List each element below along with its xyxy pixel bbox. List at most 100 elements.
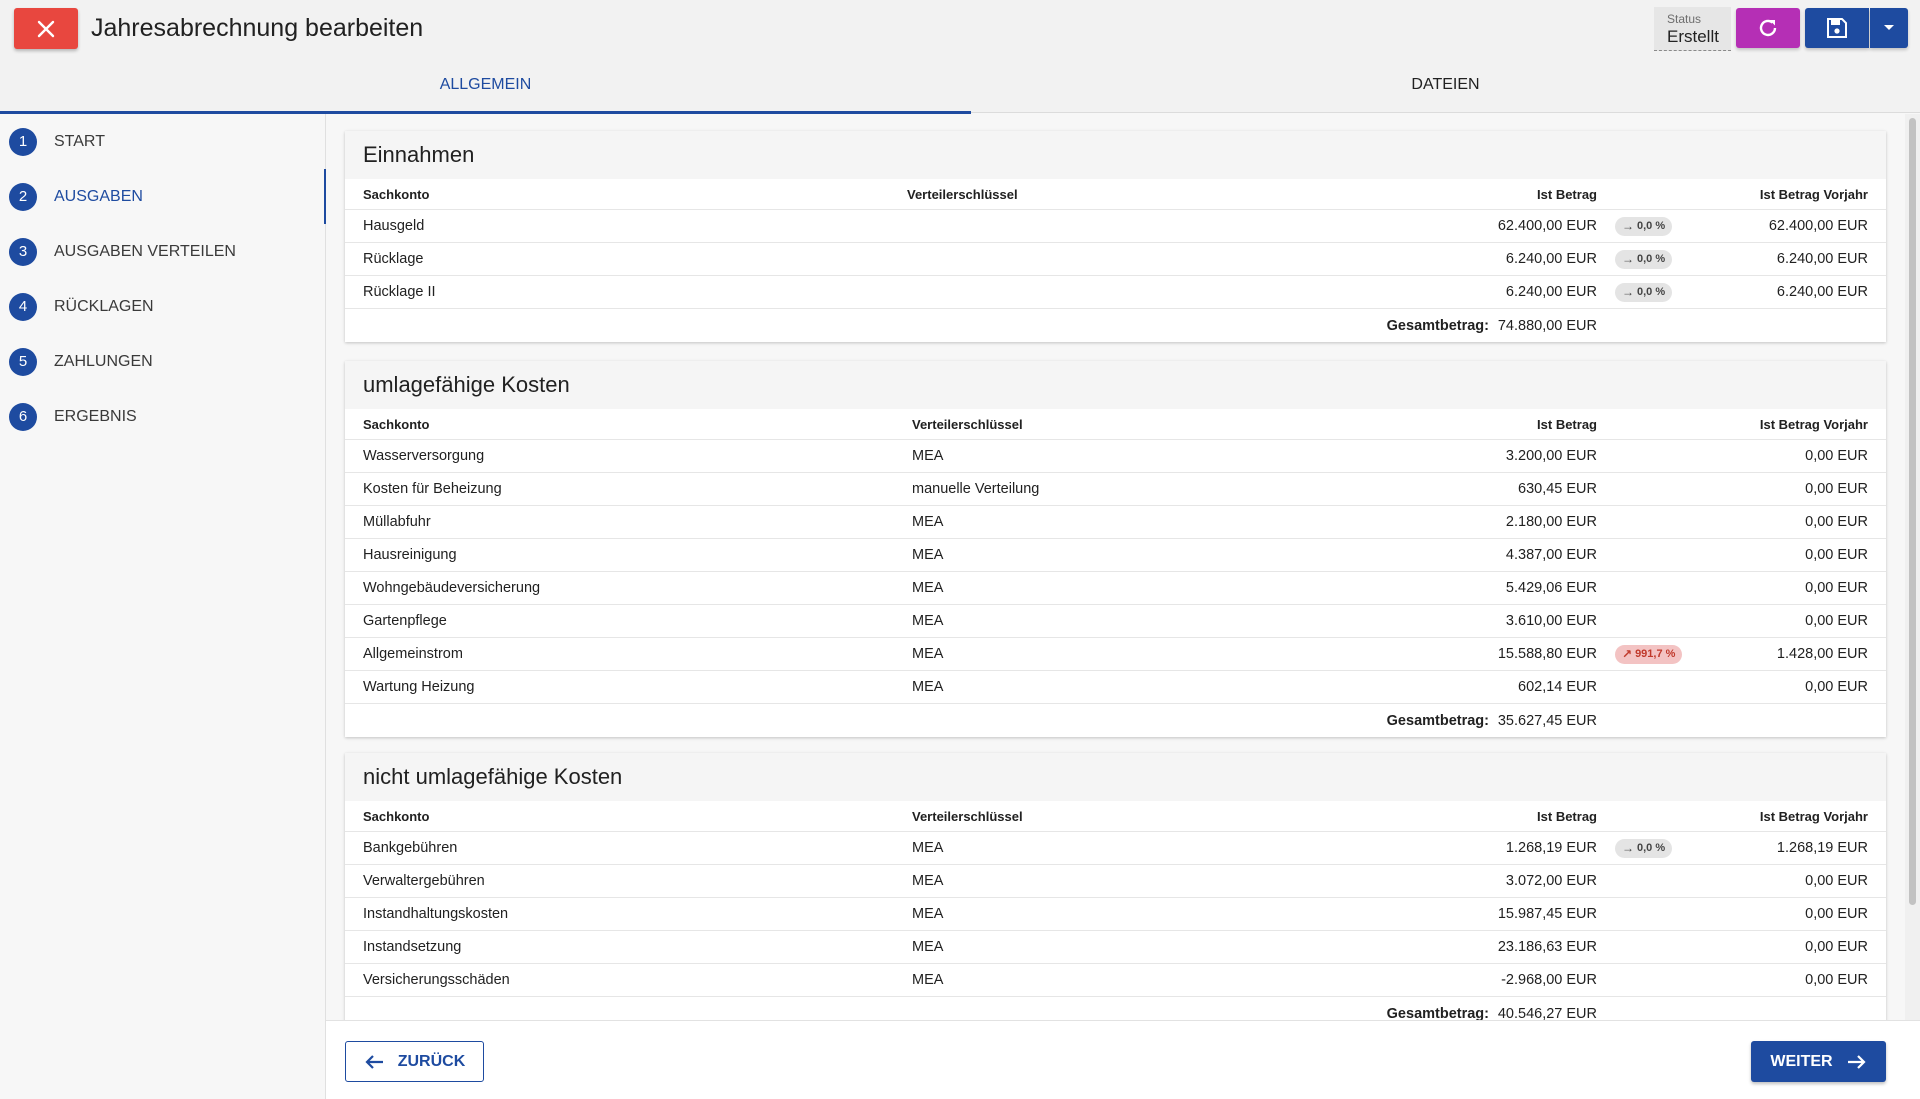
cell-ist-betrag-vorjahr: 62.400,00 EUR [1768, 218, 1868, 234]
table-row[interactable]: Rücklage II 6.240,00 EUR → 0,0 % 6.240,00… [345, 276, 1886, 309]
cell-sachkonto: Rücklage [363, 251, 424, 267]
step-ausgaben-verteilen[interactable]: 3 AUSGABEN VERTEILEN [0, 224, 326, 279]
table-row[interactable]: Verwaltergebühren MEA 3.072,00 EUR 0,00 … [345, 865, 1886, 898]
step-zahlungen[interactable]: 5 ZAHLUNGEN [0, 334, 326, 389]
step-ausgaben[interactable]: 2 AUSGABEN [0, 169, 327, 224]
column-header-sachkonto: Sachkonto [363, 186, 430, 202]
cell-ist-betrag-vorjahr: 0,00 EUR [1805, 939, 1868, 955]
cell-ist-betrag: 1.268,19 EUR [1505, 840, 1597, 856]
cell-verteilerschluessel: MEA [912, 514, 944, 530]
table-row[interactable]: Bankgebühren MEA 1.268,19 EUR → 0,0 % 1.2… [345, 832, 1886, 865]
step-label: AUSGABEN [54, 187, 143, 205]
main-content[interactable]: Einnahmen Sachkonto Verteilerschlüssel I… [326, 114, 1920, 1020]
cell-sachkonto: Müllabfuhr [363, 514, 431, 530]
cell-ist-betrag: 15.588,80 EUR [1497, 646, 1597, 662]
arrow-right-icon: → [1622, 219, 1634, 233]
cell-ist-betrag-vorjahr: 0,00 EUR [1805, 873, 1868, 889]
tab-dateien[interactable]: DATEIEN [971, 56, 1920, 113]
cell-ist-betrag: 2.180,00 EUR [1505, 514, 1597, 530]
table-row[interactable]: Hausgeld 62.400,00 EUR → 0,0 % 62.400,00 … [345, 210, 1886, 243]
section-title: Einnahmen [345, 131, 1886, 179]
section-title: nicht umlagefähige Kosten [345, 753, 1886, 801]
cell-ist-betrag: 15.987,45 EUR [1497, 906, 1597, 922]
section-title: umlagefähige Kosten [345, 361, 1886, 409]
save-icon [1827, 18, 1847, 38]
table-row[interactable]: Kosten für Beheizung manuelle Verteilung… [345, 473, 1886, 506]
table-row[interactable]: Versicherungsschäden MEA -2.968,00 EUR 0… [345, 964, 1886, 997]
column-header-sachkonto: Sachkonto [363, 808, 430, 824]
table-row[interactable]: Wasserversorgung MEA 3.200,00 EUR 0,00 E… [345, 440, 1886, 473]
cell-sachkonto: Kosten für Beheizung [363, 481, 502, 497]
table-header: Sachkonto Verteilerschlüssel Ist Betrag … [345, 801, 1886, 832]
close-button[interactable] [14, 8, 78, 49]
close-icon [37, 20, 55, 37]
cell-ist-betrag-vorjahr: 1.428,00 EUR [1776, 646, 1868, 662]
section-einnahmen: Einnahmen Sachkonto Verteilerschlüssel I… [345, 131, 1886, 342]
table-row[interactable]: Müllabfuhr MEA 2.180,00 EUR 0,00 EUR [345, 506, 1886, 539]
cell-verteilerschluessel: MEA [912, 906, 944, 922]
save-button[interactable] [1805, 8, 1869, 48]
cell-ist-betrag-vorjahr: 0,00 EUR [1805, 514, 1868, 530]
cell-ist-betrag: 3.200,00 EUR [1505, 448, 1597, 464]
main-scrollbar[interactable] [1905, 114, 1920, 1020]
cell-sachkonto: Instandsetzung [363, 939, 462, 955]
table-total-row: Gesamtbetrag: 40.546,27 EUR [345, 997, 1886, 1021]
trend-badge: → 0,0 % [1615, 210, 1673, 242]
cell-ist-betrag: 6.240,00 EUR [1505, 251, 1597, 267]
status-field[interactable]: Status Erstellt [1654, 7, 1731, 51]
step-number: 3 [9, 237, 37, 266]
status-label: Status [1667, 12, 1702, 26]
step-label: AUSGABEN VERTEILEN [54, 242, 236, 260]
table-row[interactable]: Allgemeinstrom MEA 15.588,80 EUR ↗ 991,7 … [345, 638, 1886, 671]
table-total-row: Gesamtbetrag: 35.627,45 EUR [345, 704, 1886, 737]
column-header-verteilerschluessel: Verteilerschlüssel [912, 808, 1023, 824]
back-button-label: ZURÜCK [397, 1052, 466, 1070]
trend-badge: ↗ 991,7 % [1615, 638, 1683, 670]
cell-sachkonto: Wohngebäudeversicherung [363, 580, 541, 596]
column-header-verteilerschluessel: Verteilerschlüssel [912, 416, 1023, 432]
cell-ist-betrag-vorjahr: 0,00 EUR [1805, 972, 1868, 988]
cell-verteilerschluessel: MEA [912, 613, 944, 629]
cell-sachkonto: Hausgeld [363, 218, 425, 234]
arrow-right-icon [1847, 1054, 1866, 1069]
step-ruecklagen[interactable]: 4 RÜCKLAGEN [0, 279, 326, 334]
step-number: 1 [9, 127, 37, 156]
cell-ist-betrag: 62.400,00 EUR [1497, 218, 1597, 234]
step-label: START [54, 132, 105, 150]
tab-allgemein[interactable]: ALLGEMEIN [0, 56, 971, 114]
step-number: 2 [9, 182, 37, 211]
table-row[interactable]: Hausreinigung MEA 4.387,00 EUR 0,00 EUR [345, 539, 1886, 572]
step-start[interactable]: 1 START [0, 114, 326, 169]
cell-sachkonto: Allgemeinstrom [363, 646, 463, 662]
back-button[interactable]: ZURÜCK [345, 1041, 484, 1082]
table-row[interactable]: Instandhaltungskosten MEA 15.987,45 EUR … [345, 898, 1886, 931]
table-row[interactable]: Instandsetzung MEA 23.186,63 EUR 0,00 EU… [345, 931, 1886, 964]
cell-ist-betrag: -2.968,00 EUR [1501, 972, 1597, 988]
table-row[interactable]: Wohngebäudeversicherung MEA 5.429,06 EUR… [345, 572, 1886, 605]
cell-ist-betrag: 3.072,00 EUR [1505, 873, 1597, 889]
cell-verteilerschluessel: MEA [912, 939, 944, 955]
table-row[interactable]: Rücklage 6.240,00 EUR → 0,0 % 6.240,00 EU… [345, 243, 1886, 276]
arrow-right-icon: → [1622, 285, 1634, 299]
step-ergebnis[interactable]: 6 ERGEBNIS [0, 389, 326, 444]
trend-badge: → 0,0 % [1615, 832, 1673, 864]
column-header-ist-betrag: Ist Betrag [1537, 808, 1597, 824]
total-label: Gesamtbetrag: [1386, 317, 1489, 334]
step-number: 4 [9, 292, 37, 321]
step-number: 6 [9, 402, 37, 431]
table-row[interactable]: Gartenpflege MEA 3.610,00 EUR 0,00 EUR [345, 605, 1886, 638]
cell-ist-betrag-vorjahr: 6.240,00 EUR [1776, 251, 1868, 267]
step-label: ZAHLUNGEN [54, 352, 153, 370]
cell-sachkonto: Verwaltergebühren [363, 873, 485, 889]
next-button[interactable]: WEITER [1751, 1041, 1886, 1082]
table-header: Sachkonto Verteilerschlüssel Ist Betrag … [345, 409, 1886, 440]
table-row[interactable]: Wartung Heizung MEA 602,14 EUR 0,00 EUR [345, 671, 1886, 704]
cell-verteilerschluessel: MEA [912, 873, 944, 889]
cell-ist-betrag: 4.387,00 EUR [1505, 547, 1597, 563]
tab-bar: ALLGEMEIN DATEIEN [0, 56, 1920, 114]
save-options-dropdown[interactable] [1870, 8, 1908, 48]
trend-badge: → 0,0 % [1615, 276, 1673, 308]
total-label: Gesamtbetrag: [1386, 712, 1489, 729]
refresh-button[interactable] [1736, 8, 1800, 48]
scrollbar-thumb[interactable] [1909, 118, 1916, 905]
